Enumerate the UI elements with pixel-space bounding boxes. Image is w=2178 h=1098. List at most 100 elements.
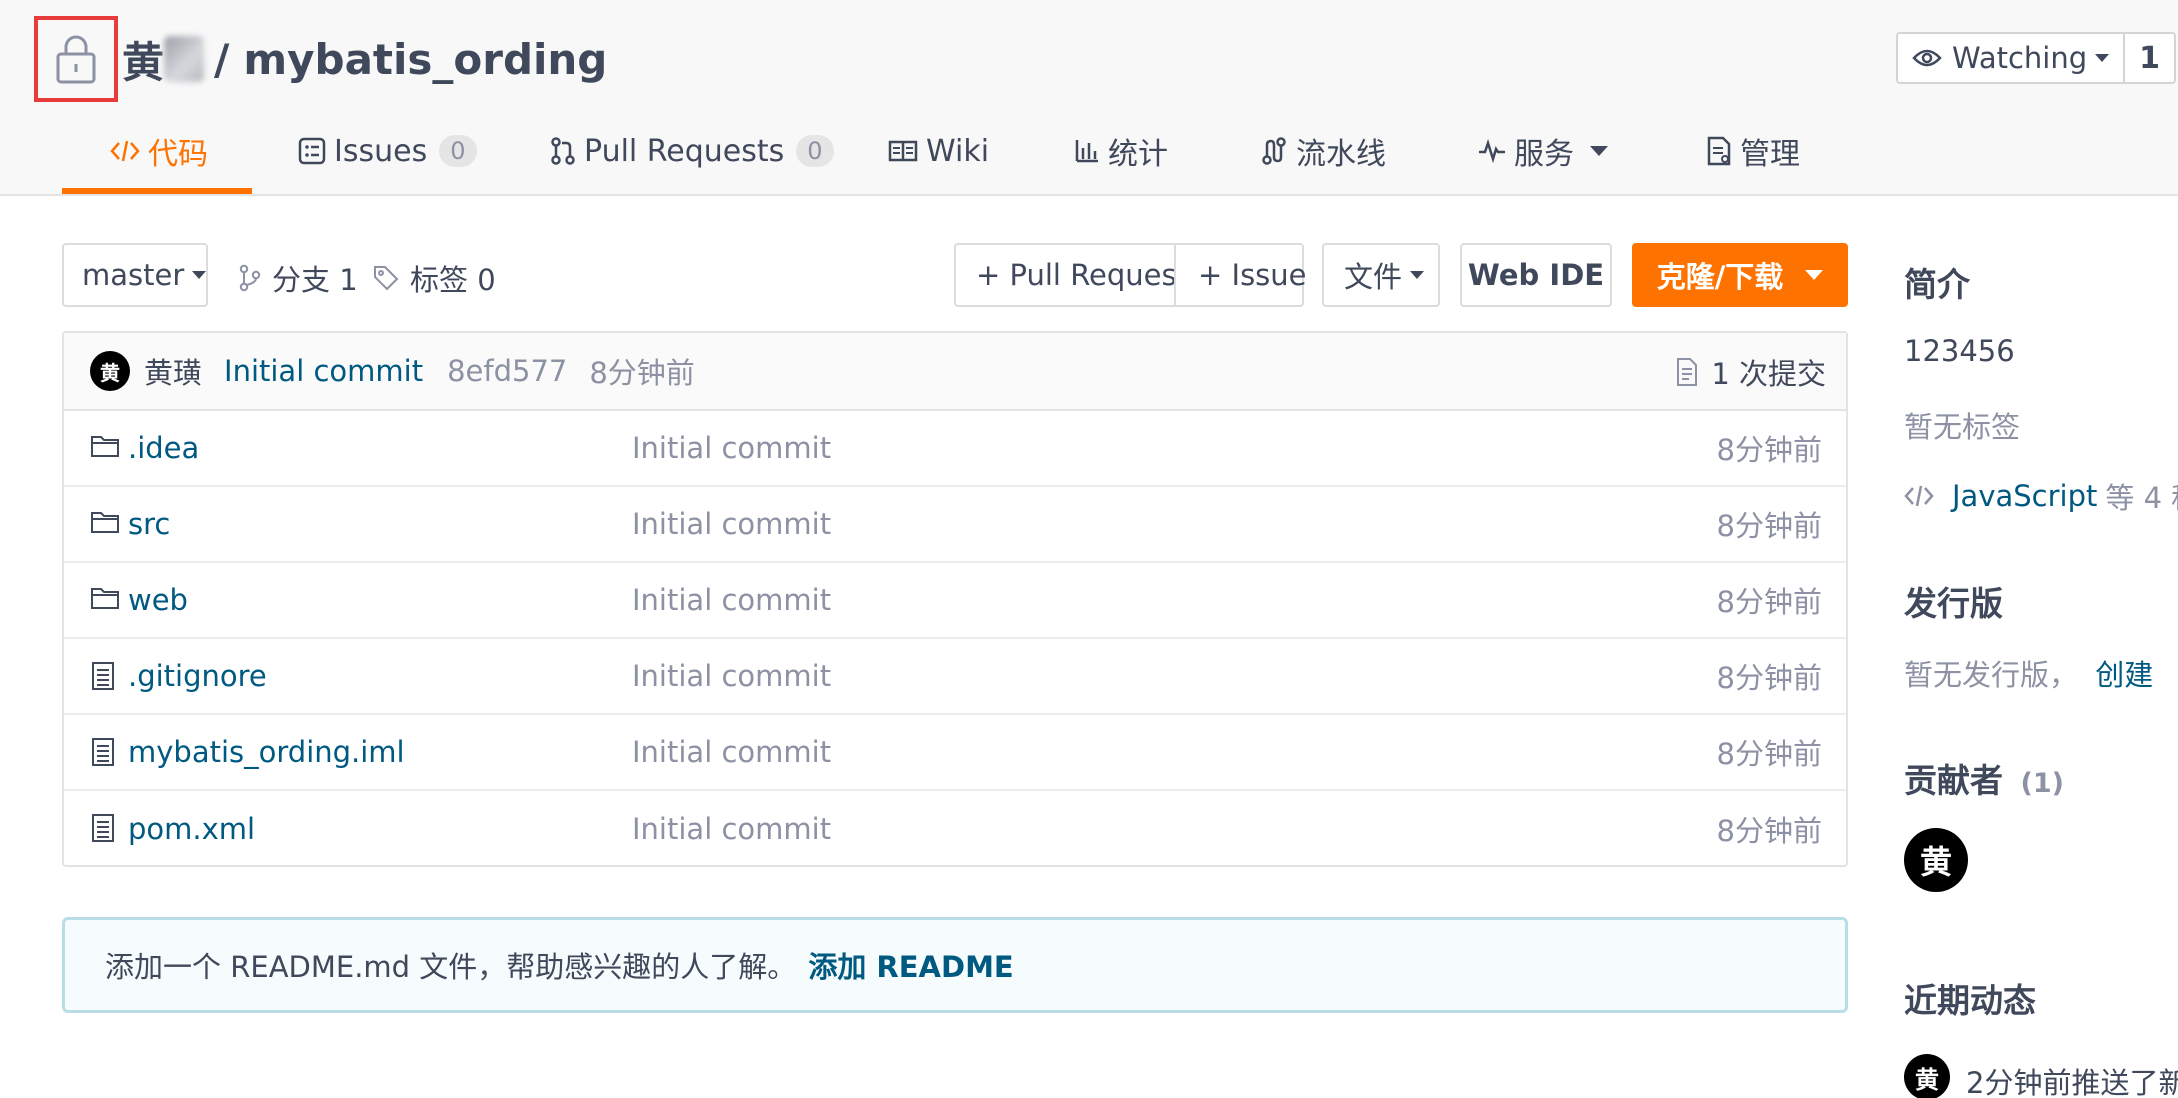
table-row: .gitignore Initial commit 8分钟前 bbox=[64, 639, 1846, 715]
tab-pull-requests-label: Pull Requests bbox=[584, 133, 785, 169]
private-lock-highlight bbox=[34, 16, 118, 102]
file-name-link[interactable]: .gitignore bbox=[128, 659, 267, 693]
watch-label: Watching bbox=[1952, 41, 2088, 75]
branches-label: 分支 1 bbox=[272, 263, 358, 297]
branch-select[interactable]: master bbox=[62, 243, 208, 307]
watch-group: Watching 1 bbox=[1896, 32, 2178, 84]
new-pull-request-label: + Pull Request bbox=[976, 258, 1189, 292]
repo-header: 黄 / mybatis_ording Watching 1 代码 Issues … bbox=[0, 0, 2178, 196]
repo-owner-link[interactable]: 黄 bbox=[122, 29, 164, 90]
no-release-text: 暂无发行版， bbox=[1904, 658, 2079, 692]
pull-request-icon bbox=[551, 137, 575, 165]
chevron-down-icon bbox=[1590, 146, 1608, 156]
release-info: 暂无发行版， 创建 bbox=[1904, 652, 2153, 694]
file-menu-button[interactable]: 文件 bbox=[1322, 243, 1440, 307]
watch-count[interactable]: 1 bbox=[2125, 32, 2177, 84]
branch-name: master bbox=[82, 258, 185, 292]
table-row: web Initial commit 8分钟前 bbox=[64, 563, 1846, 639]
activity-text: 2分钟前推送了新 bbox=[1966, 1066, 2178, 1098]
file-name-link[interactable]: pom.xml bbox=[128, 812, 255, 846]
tab-pipeline-label: 流水线 bbox=[1296, 137, 1386, 172]
chevron-down-icon bbox=[2095, 54, 2110, 62]
file-commit-message[interactable]: Initial commit bbox=[632, 507, 831, 541]
avatar[interactable]: 黄 bbox=[90, 351, 130, 391]
file-name-link[interactable]: src bbox=[128, 507, 170, 541]
watch-button[interactable]: Watching bbox=[1896, 32, 2126, 84]
file-commit-message[interactable]: Initial commit bbox=[632, 583, 831, 617]
languages-info: JavaScript 等 4 种语 bbox=[1904, 475, 2178, 517]
repo-title: 黄 / mybatis_ording bbox=[34, 16, 607, 102]
file-name-link[interactable]: web bbox=[128, 583, 188, 617]
file-commit-message[interactable]: Initial commit bbox=[632, 735, 831, 769]
new-issue-button[interactable]: + Issue bbox=[1174, 243, 1307, 307]
create-release-link[interactable]: 创建 bbox=[2095, 658, 2153, 692]
readme-notice: 添加一个 README.md 文件，帮助感兴趣的人了解。 添加 README bbox=[62, 917, 1848, 1013]
commit-message-link[interactable]: Initial commit bbox=[224, 354, 423, 388]
language-suffix: 等 4 种语 bbox=[2105, 481, 2178, 515]
code-icon bbox=[110, 140, 140, 162]
tab-wiki[interactable]: Wiki bbox=[888, 118, 989, 184]
tab-issues[interactable]: Issues 0 bbox=[298, 118, 477, 184]
repo-path-separator: / bbox=[214, 34, 230, 84]
branches-link[interactable]: 分支 1 bbox=[238, 257, 358, 299]
tab-pipeline[interactable]: 流水线 bbox=[1260, 118, 1386, 184]
table-row: mybatis_ording.iml Initial commit 8分钟前 bbox=[64, 715, 1846, 791]
commit-count-link[interactable]: 1 次提交 bbox=[1675, 333, 1826, 411]
issues-icon bbox=[298, 137, 326, 165]
contributors-title: 贡献者 bbox=[1904, 761, 2003, 800]
commit-log-icon bbox=[1677, 358, 1698, 386]
file-icon bbox=[92, 738, 114, 766]
file-icon bbox=[92, 814, 114, 842]
tab-code[interactable]: 代码 bbox=[110, 118, 208, 184]
chevron-down-icon bbox=[192, 271, 207, 279]
tab-issues-label: Issues bbox=[334, 133, 428, 169]
activity-heading: 近期动态 bbox=[1904, 981, 2036, 1020]
file-commit-time: 8分钟前 bbox=[1716, 509, 1822, 543]
avatar[interactable]: 黄 bbox=[1904, 1054, 1950, 1098]
issues-count-badge: 0 bbox=[439, 135, 477, 167]
avatar[interactable]: 黄 bbox=[1904, 828, 1968, 892]
new-pull-request-button[interactable]: + Pull Request bbox=[954, 243, 1188, 307]
contributors-count: (1) bbox=[2020, 768, 2064, 799]
file-commit-message[interactable]: Initial commit bbox=[632, 659, 831, 693]
contributors-heading: 贡献者 (1) bbox=[1904, 754, 2064, 802]
tag-icon bbox=[374, 266, 399, 291]
tab-stats[interactable]: 统计 bbox=[1074, 118, 1168, 184]
chevron-down-icon bbox=[1805, 270, 1824, 280]
tab-services-label: 服务 bbox=[1514, 137, 1574, 172]
file-name-link[interactable]: mybatis_ording.iml bbox=[128, 735, 405, 769]
table-row: .idea Initial commit 8分钟前 bbox=[64, 411, 1846, 487]
clone-download-button[interactable]: 克隆/下载 bbox=[1632, 243, 1848, 307]
repo-name-link[interactable]: mybatis_ording bbox=[243, 35, 607, 84]
commit-sha-link[interactable]: 8efd577 bbox=[447, 354, 567, 388]
web-ide-button[interactable]: Web IDE bbox=[1460, 243, 1612, 307]
intro-heading: 简介 bbox=[1904, 265, 1970, 304]
file-list: 黄 黄璜 Initial commit 8efd577 8分钟前 1 次提交 .… bbox=[62, 331, 1848, 867]
folder-icon bbox=[91, 512, 119, 533]
folder-icon bbox=[91, 436, 119, 457]
table-row: src Initial commit 8分钟前 bbox=[64, 487, 1846, 563]
file-name-link[interactable]: .idea bbox=[128, 431, 199, 465]
lock-icon bbox=[56, 35, 96, 84]
web-ide-label: Web IDE bbox=[1467, 258, 1605, 292]
tags-link[interactable]: 标签 0 bbox=[372, 257, 496, 299]
book-icon bbox=[888, 140, 918, 162]
commit-time: 8分钟前 bbox=[589, 356, 695, 390]
tab-services[interactable]: 服务 bbox=[1478, 118, 1608, 184]
tab-code-label: 代码 bbox=[148, 137, 208, 172]
code-icon bbox=[1904, 485, 1934, 507]
file-commit-message[interactable]: Initial commit bbox=[632, 431, 831, 465]
file-icon bbox=[92, 662, 114, 690]
tags-label: 标签 0 bbox=[410, 263, 496, 297]
file-commit-message[interactable]: Initial commit bbox=[632, 812, 831, 846]
tab-stats-label: 统计 bbox=[1108, 137, 1168, 172]
file-commit-time: 8分钟前 bbox=[1716, 661, 1822, 695]
tab-pull-requests[interactable]: Pull Requests 0 bbox=[550, 118, 834, 184]
tab-manage[interactable]: 管理 bbox=[1706, 118, 1800, 184]
no-tags-text: 暂无标签 bbox=[1904, 410, 2021, 444]
commit-count-label: 1 次提交 bbox=[1711, 357, 1826, 391]
add-readme-link[interactable]: 添加 README bbox=[808, 944, 1013, 986]
release-heading: 发行版 bbox=[1904, 584, 2003, 623]
commit-author[interactable]: 黄璜 bbox=[144, 350, 202, 392]
language-link[interactable]: JavaScript bbox=[1952, 479, 2097, 513]
